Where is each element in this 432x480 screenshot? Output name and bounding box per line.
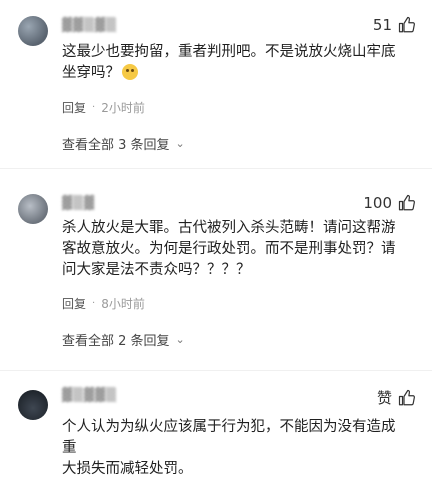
comment-1: ▓▓▒▓▒ 51 这最少也要拘留，重者判刑吧。不是说放火烧山牢底 坐穿吗？ 回复… <box>0 0 432 165</box>
comment-2: ▓▒▓ 100 杀人放火是大罪。古代被列入杀头范畴！请问这帮游 客故意放火。为何… <box>0 185 432 365</box>
comment-line: 大损失而减轻处罚。 <box>62 461 193 477</box>
view-replies-label: 查看全部 3 条回复 <box>62 138 170 153</box>
reply-button[interactable]: 回复 <box>62 295 86 312</box>
separator-dot: · <box>92 298 96 309</box>
avatar[interactable] <box>18 194 48 224</box>
divider <box>0 168 432 169</box>
comment-line: 坐穿吗？ <box>62 63 402 84</box>
username[interactable]: ▓▓▒▓▒ <box>62 18 117 33</box>
comment-line-text: 坐穿吗？ <box>62 65 120 81</box>
timestamp: 8小时前 <box>101 297 145 311</box>
separator-dot: · <box>92 102 96 113</box>
chevron-down-icon: ⌄ <box>175 137 185 150</box>
comment-line: 个人认为为纵火应该属于行为犯，不能因为没有造成重 <box>62 419 396 456</box>
thumbs-up-icon <box>398 194 415 211</box>
like-button[interactable]: 51 <box>373 16 416 34</box>
like-count: 100 <box>363 194 392 212</box>
comment-line: 客故意放火。为何是行政处罚。而不是刑事处罚？请 <box>62 241 396 257</box>
thumbs-up-icon <box>398 16 415 33</box>
username[interactable]: ▓▒▓ <box>62 196 95 211</box>
comment-line: 杀人放火是大罪。古代被列入杀头范畴！请问这帮游 <box>62 220 396 236</box>
comment-text: 这最少也要拘留，重者判刑吧。不是说放火烧山牢底 坐穿吗？ <box>62 42 402 84</box>
view-replies-button[interactable]: 查看全部 3 条回复 ⌄ <box>62 134 185 153</box>
comment-3: ▓▒▓▓▒ 赞 个人认为为纵火应该属于行为犯，不能因为没有造成重 大损失而减轻处… <box>0 380 432 477</box>
divider <box>0 370 432 371</box>
avatar[interactable] <box>18 16 48 46</box>
view-replies-label: 查看全部 2 条回复 <box>62 334 170 349</box>
comment-line: 问大家是法不责众吗？？？？ <box>62 262 251 278</box>
comment-meta: 回复 · 2小时前 <box>62 99 145 116</box>
like-button[interactable]: 赞 <box>377 387 416 408</box>
like-count: 51 <box>372 16 392 34</box>
comment-meta: 回复 · 8小时前 <box>62 295 145 312</box>
chevron-down-icon: ⌄ <box>175 333 185 346</box>
like-count: 赞 <box>376 389 392 407</box>
like-button[interactable]: 100 <box>363 194 416 212</box>
view-replies-button[interactable]: 查看全部 2 条回复 ⌄ <box>62 330 185 349</box>
comment-text: 个人认为为纵火应该属于行为犯，不能因为没有造成重 大损失而减轻处罚。 <box>62 417 402 480</box>
timestamp: 2小时前 <box>101 101 145 115</box>
avatar[interactable] <box>18 390 48 420</box>
thumbs-up-icon <box>398 389 415 405</box>
username[interactable]: ▓▒▓▓▒ <box>62 388 117 403</box>
comment-line: 这最少也要拘留，重者判刑吧。不是说放火烧山牢底 <box>62 44 396 60</box>
thinking-emoji-icon <box>122 64 138 80</box>
reply-button[interactable]: 回复 <box>62 99 86 116</box>
comment-text: 杀人放火是大罪。古代被列入杀头范畴！请问这帮游 客故意放火。为何是行政处罚。而不… <box>62 218 402 281</box>
